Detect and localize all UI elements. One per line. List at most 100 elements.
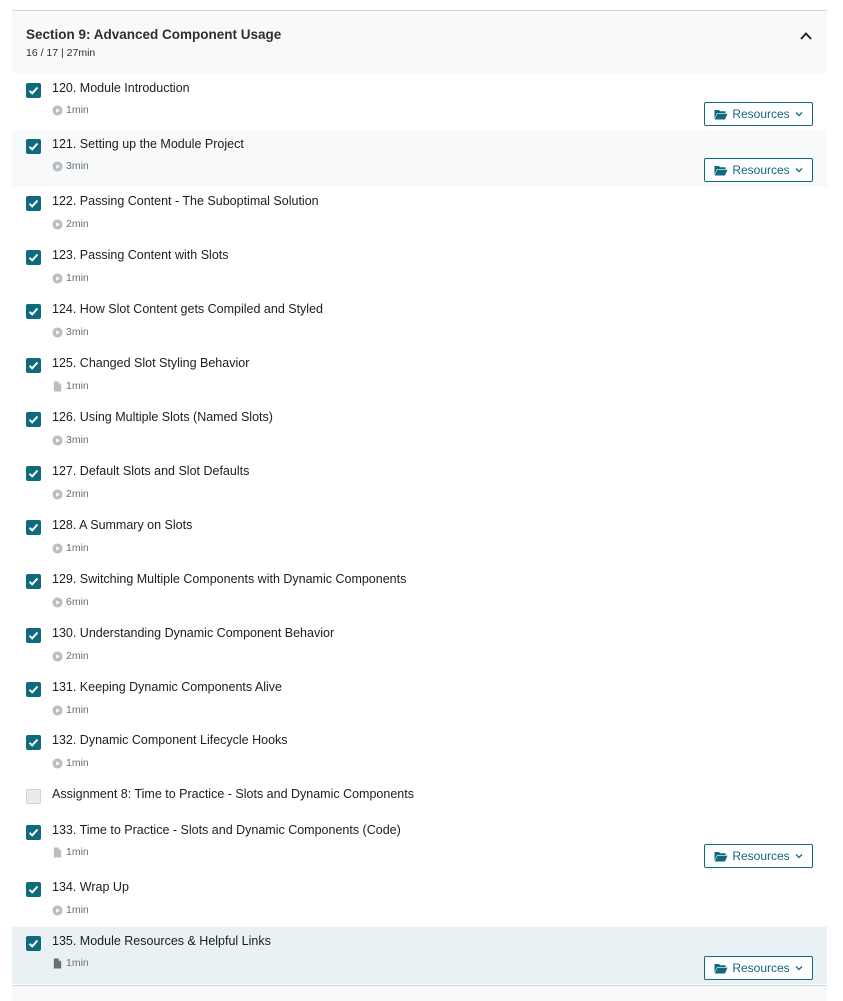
completion-checkbox[interactable] [26, 825, 41, 840]
play-circle-icon [52, 434, 63, 446]
lecture-item[interactable]: 124. How Slot Content gets Compiled and … [12, 295, 827, 349]
duration-text: 1min [66, 542, 89, 554]
lecture-item[interactable]: 126. Using Multiple Slots (Named Slots) 3… [12, 403, 827, 457]
folder-open-icon [714, 851, 728, 861]
duration-text: 1min [66, 957, 89, 969]
lecture-duration: 1min [52, 272, 89, 284]
checkmark-icon [28, 86, 39, 95]
play-circle-icon [52, 326, 63, 338]
resources-button[interactable]: Resources [704, 102, 813, 126]
lecture-item[interactable]: 134. Wrap Up 1min [12, 873, 827, 927]
lecture-item[interactable]: 121. Setting up the Module Project 3min Re… [12, 130, 827, 187]
lecture-title: 128. A Summary on Slots [52, 518, 193, 532]
section-header[interactable]: Section 9: Advanced Component Usage 16 /… [12, 11, 827, 73]
resources-label: Resources [732, 849, 790, 863]
lecture-duration: 1min [52, 846, 89, 858]
duration-text: 1min [66, 104, 89, 116]
lecture-duration: 2min [52, 650, 89, 662]
lecture-item[interactable]: 128. A Summary on Slots 1min [12, 511, 827, 565]
resources-button[interactable]: Resources [704, 956, 813, 980]
resources-button[interactable]: Resources [704, 158, 813, 182]
checkmark-icon [28, 415, 39, 424]
lecture-duration: 1min [52, 904, 89, 916]
lecture-title: 127. Default Slots and Slot Defaults [52, 464, 250, 478]
lecture-item[interactable]: 125. Changed Slot Styling Behavior 1min [12, 349, 827, 403]
duration-text: 2min [66, 488, 89, 500]
lecture-title: 120. Module Introduction [52, 81, 190, 95]
completion-checkbox[interactable] [26, 250, 41, 265]
curriculum-panel: Section 9: Advanced Component Usage 16 /… [12, 10, 827, 984]
lecture-duration: 1min [52, 757, 89, 769]
completion-checkbox[interactable] [26, 682, 41, 697]
resources-button[interactable]: Resources [704, 844, 813, 868]
lecture-list: 120. Module Introduction 1min Resources 121… [12, 73, 827, 984]
completion-checkbox[interactable] [26, 789, 41, 804]
section-progress: 16 / 17 | 27min [26, 47, 96, 59]
checkmark-icon [28, 828, 39, 837]
completion-checkbox[interactable] [26, 358, 41, 373]
lecture-duration: 3min [52, 326, 89, 338]
lecture-title: 132. Dynamic Component Lifecycle Hooks [52, 733, 288, 747]
lecture-title: 133. Time to Practice - Slots and Dynami… [52, 823, 401, 837]
duration-text: 1min [66, 757, 89, 769]
lecture-title: 126. Using Multiple Slots (Named Slots) [52, 410, 273, 424]
chevron-down-icon [795, 854, 803, 859]
folder-open-icon [714, 109, 728, 119]
checkmark-icon [28, 307, 39, 316]
completion-checkbox[interactable] [26, 735, 41, 750]
lecture-duration: 3min [52, 434, 89, 446]
play-circle-icon [52, 704, 63, 716]
file-icon [53, 957, 62, 969]
duration-text: 3min [66, 326, 89, 338]
chevron-down-icon [795, 966, 803, 971]
lecture-item[interactable]: 120. Module Introduction 1min Resources [12, 73, 827, 130]
checkmark-icon [28, 631, 39, 640]
completion-checkbox[interactable] [26, 196, 41, 211]
play-circle-icon [52, 488, 63, 500]
duration-text: 3min [66, 160, 89, 172]
completion-checkbox[interactable] [26, 574, 41, 589]
chevron-down-icon [795, 112, 803, 117]
play-circle-icon [52, 272, 63, 284]
lecture-item[interactable]: 135. Module Resources & Helpful Links 1mi… [12, 927, 827, 984]
lecture-item[interactable]: 129. Switching Multiple Components with … [12, 565, 827, 619]
lecture-duration: 1min [52, 542, 89, 554]
lecture-title: 121. Setting up the Module Project [52, 137, 244, 151]
lecture-item[interactable]: 127. Default Slots and Slot Defaults 2min [12, 457, 827, 511]
checkmark-icon [28, 361, 39, 370]
checkmark-icon [28, 142, 39, 151]
folder-open-icon [714, 165, 728, 175]
completion-checkbox[interactable] [26, 936, 41, 951]
lecture-item[interactable]: 122. Passing Content - The Suboptimal So… [12, 187, 827, 241]
completion-checkbox[interactable] [26, 628, 41, 643]
duration-text: 1min [66, 272, 89, 284]
lecture-item[interactable]: 123. Passing Content with Slots 1min [12, 241, 827, 295]
lecture-title: 123. Passing Content with Slots [52, 248, 229, 262]
lecture-item[interactable]: 130. Understanding Dynamic Component Beh… [12, 619, 827, 673]
lecture-duration: 6min [52, 596, 89, 608]
folder-open-icon [714, 963, 728, 973]
next-section-header[interactable] [12, 985, 827, 1001]
lecture-title: 134. Wrap Up [52, 880, 129, 894]
lecture-item[interactable]: 133. Time to Practice - Slots and Dynami… [12, 816, 827, 873]
completion-checkbox[interactable] [26, 882, 41, 897]
completion-checkbox[interactable] [26, 466, 41, 481]
lecture-title: Assignment 8: Time to Practice - Slots a… [52, 787, 414, 801]
chevron-up-icon[interactable] [799, 29, 813, 43]
lecture-title: 125. Changed Slot Styling Behavior [52, 356, 250, 370]
completion-checkbox[interactable] [26, 83, 41, 98]
completion-checkbox[interactable] [26, 139, 41, 154]
completion-checkbox[interactable] [26, 412, 41, 427]
lecture-item[interactable]: 132. Dynamic Component Lifecycle Hooks 1m… [12, 726, 827, 780]
lecture-duration: 2min [52, 488, 89, 500]
assignment-item[interactable]: Assignment 8: Time to Practice - Slots a… [12, 780, 827, 816]
completion-checkbox[interactable] [26, 304, 41, 319]
lecture-item[interactable]: 131. Keeping Dynamic Components Alive 1mi… [12, 673, 827, 726]
checkmark-icon [28, 885, 39, 894]
lecture-duration: 1min [52, 957, 89, 969]
lecture-title: 131. Keeping Dynamic Components Alive [52, 680, 282, 694]
play-circle-icon [52, 160, 63, 172]
completion-checkbox[interactable] [26, 520, 41, 535]
lecture-duration: 2min [52, 218, 89, 230]
lecture-title: 135. Module Resources & Helpful Links [52, 934, 271, 948]
